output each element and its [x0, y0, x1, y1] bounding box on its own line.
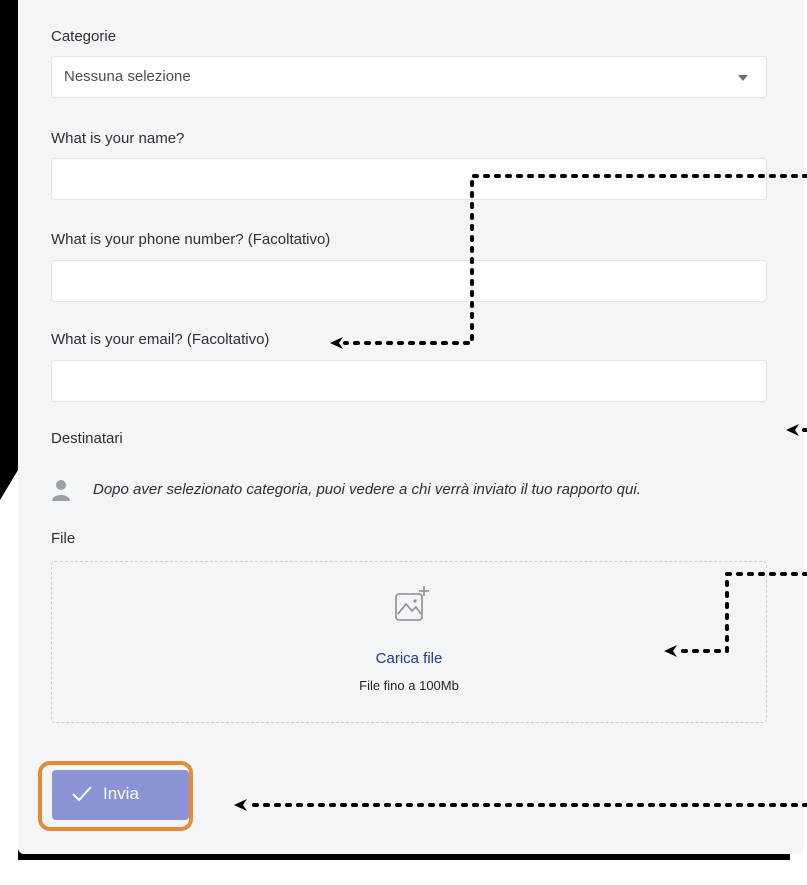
dotted-connector-email [343, 174, 807, 345]
arrowhead-upload [664, 645, 677, 657]
arrowhead-submit [234, 799, 247, 811]
dotted-connector-upload [678, 572, 807, 653]
annotation-arrows [234, 174, 807, 811]
arrowhead-email [330, 337, 343, 349]
arrowhead-recipients [786, 424, 799, 436]
